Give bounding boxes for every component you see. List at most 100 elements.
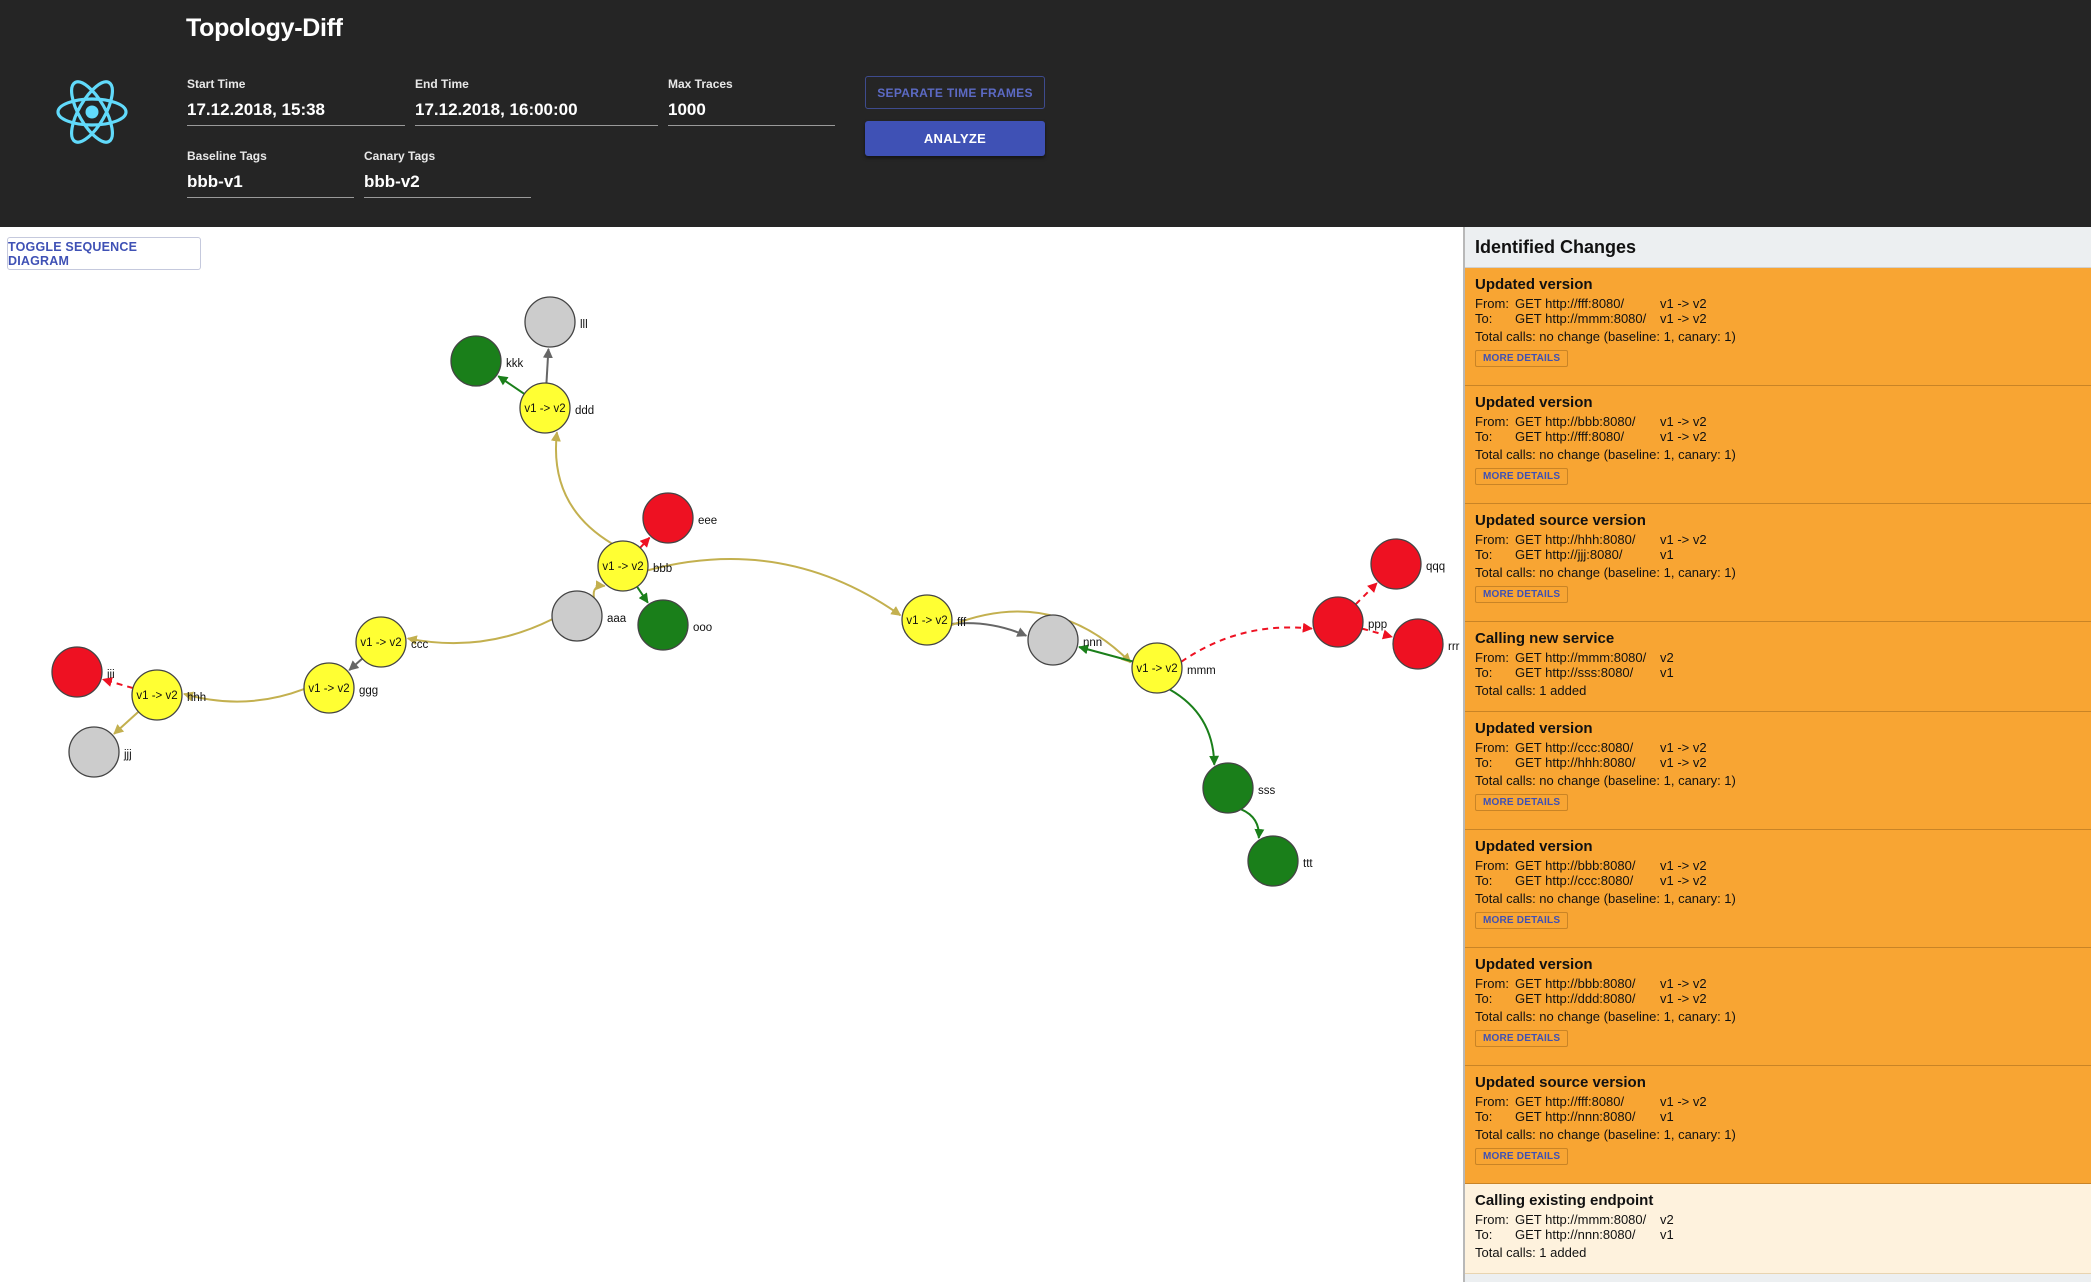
node-circle[interactable] (51, 646, 103, 698)
from-label: From: (1475, 740, 1509, 755)
graph-node-qqq[interactable]: qqq (1370, 538, 1445, 590)
graph-edge-hhh-jjj[interactable] (113, 711, 140, 735)
toggle-sequence-diagram-button[interactable]: TOGGLE SEQUENCE DIAGRAM (7, 237, 201, 270)
change-card: Updated version From: GET http://fff:8080/… (1465, 268, 2091, 386)
canary-tags-field[interactable]: Canary Tags bbb-v2 (364, 149, 531, 198)
more-details-button[interactable]: MORE DETAILS (1475, 350, 1569, 367)
node-name-label: eee (698, 515, 717, 527)
start-time-field[interactable]: Start Time 17.12.2018, 15:38 (187, 77, 405, 126)
end-time-field[interactable]: End Time 17.12.2018, 16:00:00 (415, 77, 658, 126)
change-to-row: To: GET http://nnn:8080/v1 (1475, 1227, 2081, 1242)
node-name-label: jjj (123, 749, 132, 761)
change-from-row: From: GET http://fff:8080/v1 -> v2 (1475, 296, 2081, 311)
to-endpoint: GET http://mmm:8080/ (1515, 311, 1647, 326)
start-time-input[interactable]: 17.12.2018, 15:38 (187, 100, 405, 126)
total-calls: Total calls: no change (baseline: 1, can… (1475, 891, 1736, 906)
to-endpoint: GET http://ccc:8080/ (1515, 873, 1634, 888)
more-details-button[interactable]: MORE DETAILS (1475, 912, 1569, 929)
from-label: From: (1475, 414, 1509, 429)
graph-node-sss[interactable]: sss (1202, 762, 1276, 814)
graph-node-eee[interactable]: eee (642, 492, 717, 544)
graph-edge-bbb-fff[interactable] (647, 558, 902, 617)
more-details-button[interactable]: MORE DETAILS (1475, 1030, 1569, 1047)
node-circle[interactable] (1202, 762, 1254, 814)
to-label: To: (1475, 873, 1493, 888)
graph-node-nnn[interactable]: nnn (1027, 614, 1102, 666)
change-title: Updated source version (1475, 512, 1646, 529)
analyze-button[interactable]: ANALYZE (865, 121, 1045, 156)
more-details-button[interactable]: MORE DETAILS (1475, 468, 1569, 485)
change-from-row: From: GET http://ccc:8080/v1 -> v2 (1475, 740, 2081, 755)
canary-tags-input[interactable]: bbb-v2 (364, 172, 531, 198)
topology-graph[interactable]: aaa v1 -> v2 bbb v1 -> v2 ccc v1 -> v2 ddd eee v… (0, 227, 1463, 1282)
node-circle[interactable] (551, 590, 603, 642)
node-circle[interactable] (637, 599, 689, 651)
graph-node-bbb[interactable]: v1 -> v2 bbb (597, 540, 672, 592)
graph-node-fff[interactable]: v1 -> v2 fff (901, 594, 967, 646)
node-circle[interactable] (1027, 614, 1079, 666)
graph-edge-aaa-ccc[interactable] (406, 618, 553, 646)
node-circle[interactable] (1392, 618, 1444, 670)
graph-edge-mmm-ppp[interactable] (1180, 622, 1313, 663)
graph-edge-mmm-nnn[interactable] (1078, 644, 1134, 663)
graph-node-kkk[interactable]: kkk (450, 335, 524, 387)
change-title: Updated version (1475, 720, 1593, 737)
graph-edge-ppp-qqq[interactable] (1354, 582, 1378, 606)
to-version: v1 -> v2 (1660, 429, 1707, 444)
graph-edge-mmm-sss[interactable] (1169, 688, 1220, 766)
graph-edge-bbb-eee[interactable] (639, 536, 651, 549)
change-from-row: From: GET http://bbb:8080/v1 -> v2 (1475, 858, 2081, 873)
node-name-label: rrr (1448, 641, 1460, 653)
max-traces-input[interactable]: 1000 (668, 100, 835, 126)
graph-edge-sss-ttt[interactable] (1240, 808, 1265, 840)
from-endpoint: GET http://hhh:8080/ (1515, 532, 1636, 547)
to-label: To: (1475, 991, 1493, 1006)
graph-node-ttt[interactable]: ttt (1247, 835, 1313, 887)
graph-node-ppp[interactable]: ppp (1312, 596, 1387, 648)
more-details-button[interactable]: MORE DETAILS (1475, 586, 1569, 603)
graph-node-aaa[interactable]: aaa (551, 590, 627, 642)
graph-edge-ddd-lll[interactable] (542, 347, 553, 384)
graph-node-mmm[interactable]: v1 -> v2 mmm (1131, 642, 1216, 694)
graph-edge-ccc-ggg[interactable] (348, 657, 363, 671)
topology-graph-panel: aaa v1 -> v2 bbb v1 -> v2 ccc v1 -> v2 ddd eee v… (0, 227, 1463, 1282)
app-title: Topology-Diff (186, 14, 343, 42)
end-time-input[interactable]: 17.12.2018, 16:00:00 (415, 100, 658, 126)
graph-node-ggg[interactable]: v1 -> v2 ggg (303, 662, 378, 714)
total-calls: Total calls: 1 added (1475, 683, 1587, 698)
graph-edge-bbb-ooo[interactable] (636, 586, 649, 604)
baseline-tags-field[interactable]: Baseline Tags bbb-v1 (187, 149, 354, 198)
to-version: v1 (1660, 1109, 1674, 1124)
more-details-button[interactable]: MORE DETAILS (1475, 794, 1569, 811)
graph-node-lll[interactable]: lll (524, 296, 588, 348)
graph-node-ddd[interactable]: v1 -> v2 ddd (519, 382, 594, 434)
from-label: From: (1475, 976, 1509, 991)
graph-node-hhh[interactable]: v1 -> v2 hhh (131, 669, 206, 721)
node-version-label: v1 -> v2 (602, 561, 643, 573)
node-circle[interactable] (450, 335, 502, 387)
node-name-label: sss (1258, 785, 1276, 797)
change-to-row: To: GET http://sss:8080/v1 (1475, 665, 2081, 680)
graph-edge-aaa-bbb[interactable] (592, 580, 606, 598)
graph-edge-ddd-kkk[interactable] (497, 375, 525, 395)
node-version-label: v1 -> v2 (308, 683, 349, 695)
more-details-button[interactable]: MORE DETAILS (1475, 1148, 1569, 1165)
graph-edge-bbb-ddd[interactable] (550, 431, 613, 545)
node-circle[interactable] (1312, 596, 1364, 648)
graph-node-jjj[interactable]: jjj (68, 726, 132, 778)
to-version: v1 (1660, 547, 1674, 562)
separate-time-frames-button[interactable]: SEPARATE TIME FRAMES (865, 76, 1045, 109)
graph-node-iii[interactable]: iii (51, 646, 115, 698)
node-circle[interactable] (1370, 538, 1422, 590)
graph-node-ccc[interactable]: v1 -> v2 ccc (355, 616, 429, 668)
graph-node-ooo[interactable]: ooo (637, 599, 712, 651)
node-circle[interactable] (68, 726, 120, 778)
node-circle[interactable] (1247, 835, 1299, 887)
to-label: To: (1475, 665, 1493, 680)
node-circle[interactable] (524, 296, 576, 348)
node-circle[interactable] (642, 492, 694, 544)
max-traces-field[interactable]: Max Traces 1000 (668, 77, 835, 126)
baseline-tags-input[interactable]: bbb-v1 (187, 172, 354, 198)
node-name-label: hhh (187, 692, 206, 704)
graph-node-rrr[interactable]: rrr (1392, 618, 1460, 670)
